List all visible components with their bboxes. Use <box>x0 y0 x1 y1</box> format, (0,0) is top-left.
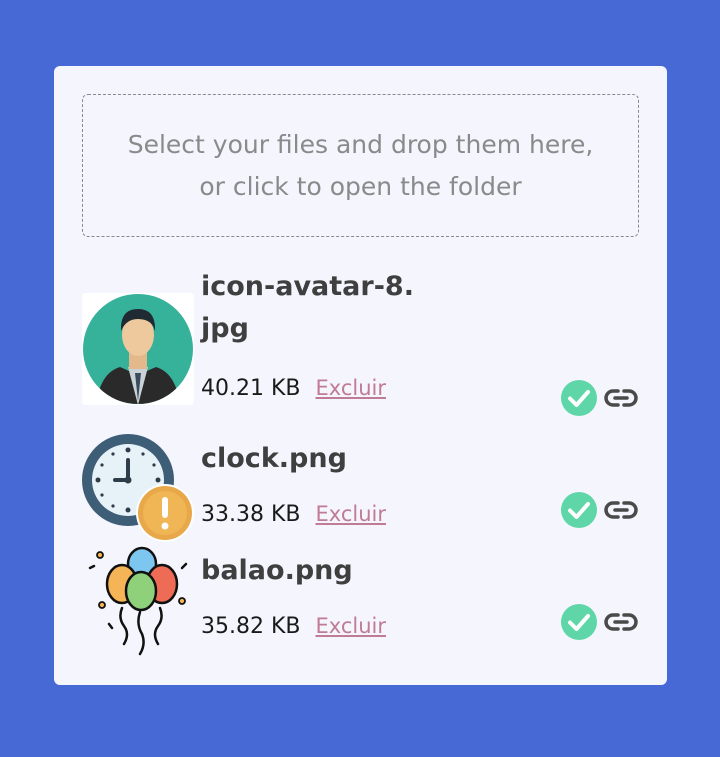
file-status <box>561 604 639 640</box>
file-meta: 33.38 KB Excluir <box>201 502 386 527</box>
avatar-thumbnail <box>82 293 194 405</box>
file-item: icon-avatar-8.jpg 40.21 KB Excluir <box>82 266 639 416</box>
link-icon[interactable] <box>603 604 639 640</box>
file-name: clock.png <box>201 443 347 474</box>
file-name: balao.png <box>201 555 353 586</box>
file-item: balao.png 35.82 KB Excluir <box>82 546 639 658</box>
balloons-thumbnail <box>82 546 194 658</box>
check-circle-icon <box>561 492 597 528</box>
remove-file-link[interactable]: Excluir <box>316 502 387 526</box>
clock-thumbnail <box>82 434 194 546</box>
file-meta: 35.82 KB Excluir <box>201 614 386 639</box>
avatar-icon <box>82 293 194 405</box>
clock-icon <box>82 434 194 542</box>
file-meta: 40.21 KB Excluir <box>201 376 386 401</box>
remove-file-link[interactable]: Excluir <box>316 376 387 400</box>
upload-card: Select your files and drop them here, or… <box>54 66 667 685</box>
file-status <box>561 380 639 416</box>
remove-file-link[interactable]: Excluir <box>316 614 387 638</box>
link-icon[interactable] <box>603 492 639 528</box>
link-icon[interactable] <box>603 380 639 416</box>
check-circle-icon <box>561 380 597 416</box>
file-name: icon-avatar-8.jpg <box>201 271 414 344</box>
dropzone-instructions: Select your files and drop them here, or… <box>127 129 594 201</box>
file-item: clock.png 33.38 KB Excluir <box>82 434 639 546</box>
check-circle-icon <box>561 604 597 640</box>
file-dropzone[interactable]: Select your files and drop them here, or… <box>82 94 639 237</box>
file-size: 40.21 KB <box>201 376 301 401</box>
file-size: 33.38 KB <box>201 502 301 527</box>
file-status <box>561 492 639 528</box>
file-size: 35.82 KB <box>201 614 301 639</box>
balloons-icon <box>88 546 188 656</box>
